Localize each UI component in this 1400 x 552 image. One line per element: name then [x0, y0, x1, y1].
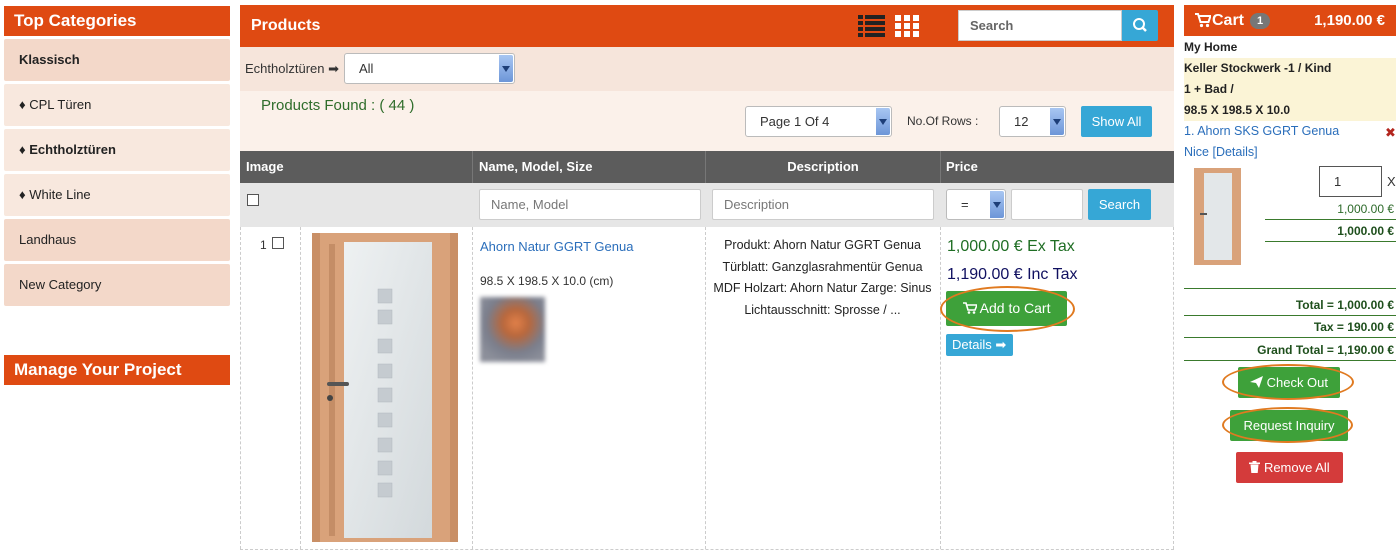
cart-panel: Cart 1 1,190.00 € My Home Keller Stockwe… — [1184, 5, 1396, 550]
product-description: Produkt: Ahorn Natur GGRT Genua Türblatt… — [713, 238, 932, 317]
products-header: Products Search — [240, 5, 1174, 47]
product-thumbnail[interactable] — [480, 297, 545, 362]
product-image[interactable] — [312, 233, 458, 542]
cart-icon — [1195, 12, 1212, 31]
product-size: 98.5 X 198.5 X 10.0 (cm) — [480, 274, 614, 288]
column-description: Description — [787, 159, 859, 174]
search-button[interactable] — [1122, 10, 1158, 41]
category-filter-select[interactable]: All — [344, 53, 515, 84]
sidebar-item-white-line[interactable]: ♦ White Line — [4, 174, 230, 216]
sidebar-title: Top Categories — [4, 6, 230, 36]
cart-quantity-input[interactable]: 1 — [1319, 166, 1382, 197]
rows-select[interactable]: 12 — [999, 106, 1066, 137]
cart-tax: Tax = 190.00 € — [1313, 320, 1394, 334]
price-inc-tax: 1,190.00 € Inc Tax — [947, 266, 1078, 283]
show-all-button[interactable]: Show All — [1081, 106, 1152, 137]
column-image: Image — [246, 159, 284, 174]
table-search-button[interactable]: Search — [1088, 189, 1151, 220]
add-to-cart-button[interactable]: Add to Cart — [946, 291, 1067, 326]
rows-label: No.Of Rows : — [907, 114, 979, 128]
cart-header[interactable]: Cart 1 1,190.00 € — [1184, 5, 1396, 36]
sidebar-item-cpl-turen[interactable]: ♦ CPL Türen — [4, 84, 230, 126]
products-title: Products — [251, 17, 321, 34]
details-button[interactable]: Details ➡ — [946, 334, 1013, 356]
cart-item-name-link[interactable]: 1. Ahorn SKS GGRT Genua — [1184, 121, 1396, 142]
grid-view-icon[interactable] — [895, 15, 919, 40]
page-select[interactable]: Page 1 Of 4 — [745, 106, 892, 137]
checkout-button[interactable]: Check Out — [1238, 367, 1340, 398]
price-ex-tax: 1,000.00 € Ex Tax — [947, 238, 1075, 255]
list-view-icon[interactable] — [858, 15, 885, 40]
category-filter-bar: Echtholztüren ➡ All — [240, 47, 1174, 91]
request-inquiry-button[interactable]: Request Inquiry — [1230, 410, 1348, 441]
trash-icon — [1249, 460, 1264, 475]
sidebar: Top Categories Klassisch ♦ CPL Türen ♦ E… — [4, 6, 230, 306]
select-all-checkbox[interactable] — [247, 194, 259, 206]
search-icon — [1122, 18, 1158, 44]
product-name-link[interactable]: Ahorn Natur GGRT Genua — [480, 239, 633, 254]
sidebar-item-klassisch[interactable]: Klassisch — [4, 39, 230, 81]
cart-total: 1,190.00 € — [1314, 12, 1385, 29]
manage-project-heading[interactable]: Manage Your Project — [4, 355, 230, 385]
filter-label: Echtholztüren ➡ — [245, 61, 340, 76]
price-operator-select[interactable]: = — [946, 189, 1006, 220]
column-price: Price — [946, 159, 978, 174]
arrow-right-icon: ➡ — [328, 61, 340, 76]
row-checkbox[interactable] — [272, 237, 284, 249]
cart-unit-price: 1,000.00 € — [1337, 202, 1394, 216]
products-found-count: Products Found : ( 44 ) — [261, 97, 415, 114]
table-header: Image Name, Model, Size Description Pric… — [240, 151, 1174, 183]
cart-qty-multiply: X — [1387, 174, 1396, 189]
name-filter-input[interactable]: Name, Model — [479, 189, 701, 220]
products-panel: Products Search Echtholztüren ➡ All Prod… — [240, 5, 1174, 550]
search-input[interactable]: Search — [958, 10, 1122, 41]
cart-count-badge: 1 — [1250, 13, 1270, 29]
cart-item-details-link[interactable]: Nice [Details] — [1184, 142, 1396, 163]
table-filter-row: Name, Model Description = Search — [240, 183, 1174, 227]
cart-breadcrumb: My Home Keller Stockwerk -1 / Kind 1 + B… — [1184, 37, 1396, 163]
table-row: 1 Ahorn Natur GGRT Genua 98.5 X 198.5 X … — [240, 227, 1174, 550]
row-index: 1 — [260, 238, 267, 252]
sidebar-item-landhaus[interactable]: Landhaus — [4, 219, 230, 261]
cart-grand-total: Grand Total = 1,190.00 € — [1257, 343, 1394, 357]
remove-item-icon[interactable]: ✖ — [1385, 125, 1396, 141]
remove-all-button[interactable]: Remove All — [1236, 452, 1343, 483]
results-bar: Products Found : ( 44 ) Page 1 Of 4 No.O… — [240, 91, 1174, 151]
cart-title: Cart — [1212, 12, 1245, 29]
arrow-right-icon: ➡ — [995, 337, 1007, 352]
send-icon — [1249, 375, 1267, 390]
column-name: Name, Model, Size — [479, 159, 593, 174]
cart-subtotal: Total = 1,000.00 € — [1295, 298, 1394, 312]
cart-icon — [962, 300, 980, 316]
description-filter-input[interactable]: Description — [712, 189, 934, 220]
sidebar-item-echtholzturen[interactable]: ♦ Echtholztüren — [4, 129, 230, 171]
price-filter-input[interactable] — [1011, 189, 1083, 220]
cart-line-total: 1,000.00 € — [1337, 224, 1394, 238]
cart-item-image[interactable] — [1194, 168, 1241, 265]
sidebar-item-new-category[interactable]: New Category — [4, 264, 230, 306]
